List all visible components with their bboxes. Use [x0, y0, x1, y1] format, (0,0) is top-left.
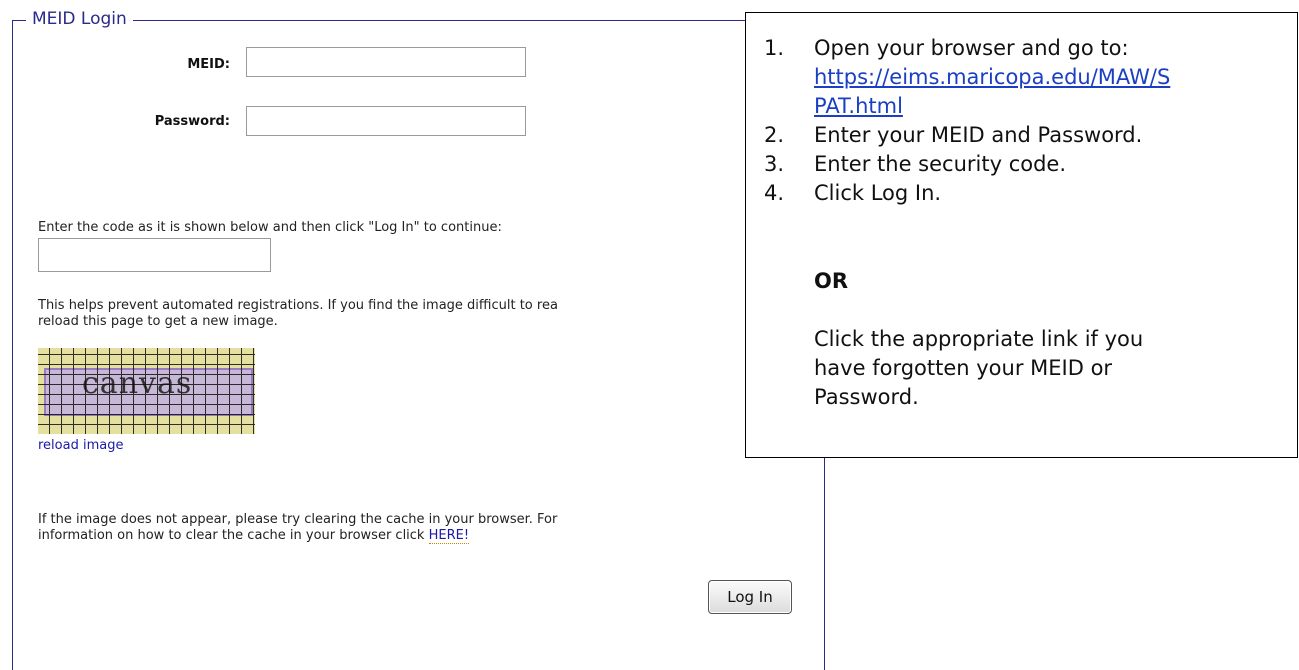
- step-3-number: 3.: [764, 152, 785, 176]
- code-prompt: Enter the code as it is shown below and …: [38, 220, 502, 235]
- step-1: 1. Open your browser and go to:: [764, 34, 1129, 62]
- help-text-line2: reload this page to get a new image.: [38, 314, 278, 329]
- step-4: 4. Click Log In.: [764, 179, 941, 207]
- step-1-number: 1.: [764, 36, 785, 60]
- spat-url-link-cont[interactable]: PAT.html: [814, 94, 903, 118]
- alt-text-line3: Password.: [814, 385, 919, 409]
- spat-url-link[interactable]: https://eims.maricopa.edu/MAW/S: [814, 65, 1170, 89]
- password-label: Password:: [154, 114, 230, 129]
- step-2: 2. Enter your MEID and Password.: [764, 121, 1142, 149]
- step-3-text: Enter the security code.: [814, 152, 1067, 176]
- cache-text-line2: information on how to clear the cache in…: [38, 528, 425, 543]
- step-2-number: 2.: [764, 123, 785, 147]
- or-label: OR: [814, 269, 849, 293]
- step-1-text: Open your browser and go to:: [814, 36, 1129, 60]
- alt-text-line1: Click the appropriate link if you: [814, 327, 1144, 351]
- meid-input[interactable]: [246, 47, 526, 77]
- step-1-url-line2: PAT.html: [814, 92, 903, 120]
- help-text-line1: This helps prevent automated registratio…: [38, 298, 558, 313]
- password-input[interactable]: [246, 106, 526, 136]
- step-1-url-line1: https://eims.maricopa.edu/MAW/S: [814, 63, 1170, 91]
- step-2-text: Enter your MEID and Password.: [814, 123, 1143, 147]
- step-4-text: Click Log In.: [814, 181, 942, 205]
- captcha-grid: [38, 348, 255, 434]
- instructions-callout: 1. Open your browser and go to: https://e…: [745, 12, 1298, 458]
- step-3: 3. Enter the security code.: [764, 150, 1066, 178]
- reload-image-link[interactable]: reload image: [38, 438, 123, 453]
- alt-text-line2: have forgotten your MEID or: [814, 356, 1113, 380]
- cache-text-line1: If the image does not appear, please try…: [38, 512, 558, 527]
- meid-label: MEID:: [187, 57, 230, 72]
- login-legend: MEID Login: [26, 8, 133, 30]
- security-code-input[interactable]: [38, 238, 271, 272]
- here-link[interactable]: HERE!: [428, 528, 470, 544]
- step-4-number: 4.: [764, 181, 785, 205]
- cache-text-line2-wrap: information on how to clear the cache in…: [38, 528, 798, 544]
- log-in-button[interactable]: Log In: [708, 580, 792, 614]
- captcha-image: canvas: [38, 348, 255, 434]
